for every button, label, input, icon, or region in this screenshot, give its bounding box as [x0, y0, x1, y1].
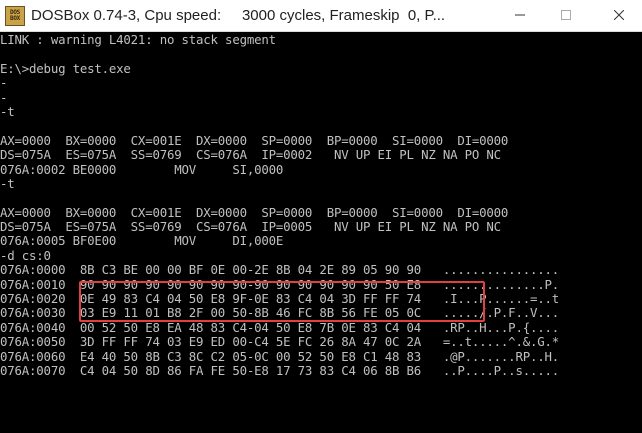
- app-icon-label: DOS BOX: [10, 9, 20, 22]
- console-line: 076A:0005 BF0E00 MOV DI,000E: [0, 234, 284, 249]
- minimize-icon: [515, 14, 525, 16]
- console-line: LINK : warning L4021: no stack segment: [0, 33, 276, 47]
- maximize-button[interactable]: [543, 0, 589, 31]
- console-line: 076A:0000 8B C3 BE 00 00 BF 0E 00-2E 8B …: [0, 263, 560, 278]
- console-line: -d cs:0: [0, 248, 51, 263]
- close-button[interactable]: [596, 0, 642, 31]
- console-line: 076A:0060 E4 40 50 8B C3 8C C2 05-0C 00 …: [0, 349, 560, 364]
- dosbox-app-icon[interactable]: DOS BOX: [5, 6, 25, 26]
- minimize-button[interactable]: [497, 0, 543, 31]
- console-line: 076A:0070 C4 04 50 8D 86 FA FE 50-E8 17 …: [0, 363, 560, 378]
- console-line: DS=075A ES=075A SS=0769 CS=076A IP=0002 …: [0, 148, 501, 163]
- console-line: E:\>debug test.exe: [0, 61, 131, 76]
- console-line: 076A:0040 00 52 50 E8 EA 48 83 C4-04 50 …: [0, 320, 560, 335]
- console-line: -: [0, 76, 8, 91]
- console-line: DS=075A ES=075A SS=0769 CS=076A IP=0005 …: [0, 220, 501, 235]
- memory-dump-highlight-box: [79, 281, 485, 322]
- window-title: DOSBox 0.74-3, Cpu speed: 3000 cycles, F…: [31, 7, 446, 24]
- console-line: -t: [0, 104, 15, 119]
- console-line: AX=0000 BX=0000 CX=001E DX=0000 SP=0000 …: [0, 133, 509, 148]
- console-line: 076A:0002 BE0000 MOV SI,0000: [0, 162, 284, 177]
- maximize-icon: [561, 10, 571, 20]
- dos-console[interactable]: LINK : warning L4021: no stack segment E:…: [0, 33, 642, 433]
- console-line: -: [0, 90, 8, 105]
- console-line: AX=0000 BX=0000 CX=001E DX=0000 SP=0000 …: [0, 205, 509, 220]
- close-icon: [614, 10, 624, 20]
- console-line: 076A:0050 3D FF FF 74 03 E9 ED 00-C4 5E …: [0, 335, 560, 350]
- title-bar: DOS BOX DOSBox 0.74-3, Cpu speed: 3000 c…: [0, 0, 642, 32]
- console-line: -t: [0, 176, 15, 191]
